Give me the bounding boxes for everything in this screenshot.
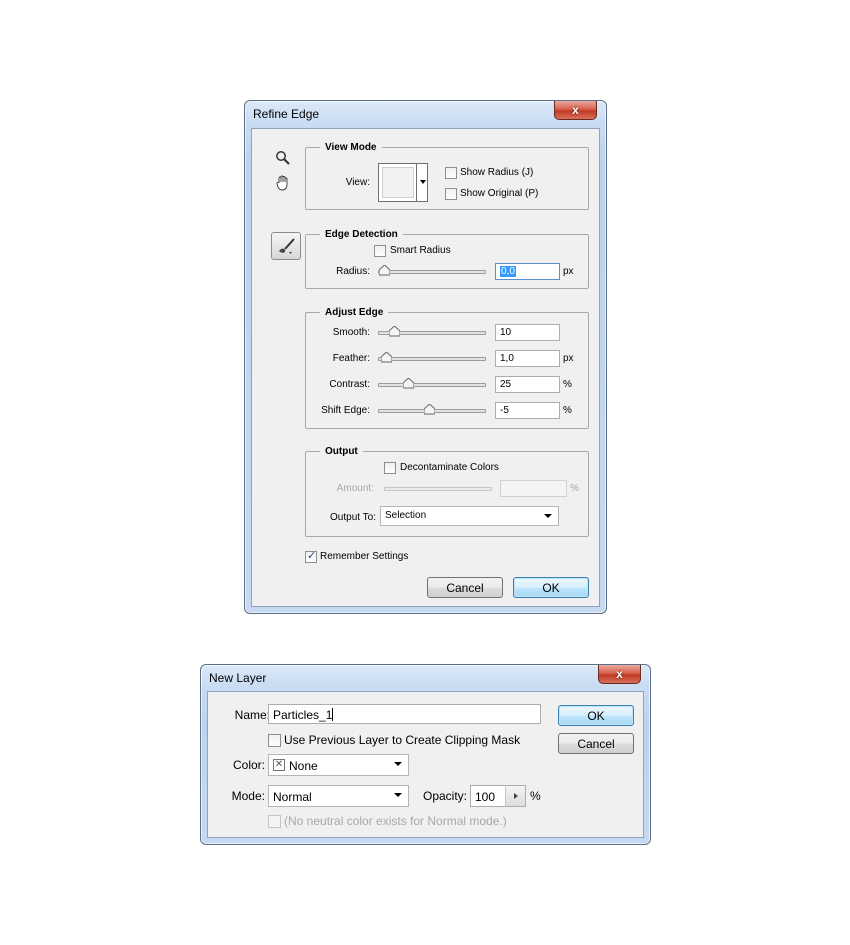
opacity-value: 100 [475,790,496,804]
smooth-label: Smooth: [332,327,370,338]
refine-edge-client: View Mode View: Show Radius (J) Show Ori… [251,128,600,607]
opacity-unit: % [530,789,541,803]
radius-slider-thumb[interactable] [379,265,390,276]
chevron-down-icon [394,762,402,766]
opacity-label: Opacity: [422,789,467,803]
remember-settings-checkbox[interactable] [305,549,317,563]
neutral-color-checkbox [268,815,281,828]
edge-detection-legend: Edge Detection [325,229,398,240]
chevron-down-icon [544,514,552,518]
output-legend: Output [325,446,358,457]
show-original-label: Show Original (P) [460,188,539,199]
neutral-color-note: (No neutral color exists for Normal mode… [284,814,507,828]
contrast-unit: % [563,379,572,390]
show-original-checkbox[interactable] [445,188,457,200]
contrast-label: Contrast: [329,379,370,390]
clipping-mask-label: Use Previous Layer to Create Clipping Ma… [284,733,521,747]
smooth-input[interactable]: 10 [495,324,560,341]
text-caret [332,708,334,721]
new-layer-dialog: New Layer x Name: Particles_1 Use Previo… [200,664,651,845]
amount-input [500,480,567,497]
adjust-edge-legend: Adjust Edge [325,307,384,318]
color-select[interactable]: ✕ None [268,754,409,776]
refine-edge-title: Refine Edge [253,107,320,121]
radius-input[interactable]: 0,0 [495,263,560,280]
shift-edge-slider-thumb[interactable] [424,404,436,415]
mode-value: Normal [273,790,312,804]
smart-radius-label: Smart Radius [390,245,451,256]
color-value: None [289,759,318,773]
chevron-right-icon [513,793,518,799]
contrast-slider[interactable] [378,378,486,389]
close-icon: x [616,667,623,681]
amount-label: Amount: [336,483,374,494]
edge-detection-group: Edge Detection [305,229,589,289]
new-layer-client: Name: Particles_1 Use Previous Layer to … [207,691,644,838]
view-mode-picker[interactable] [378,163,428,202]
shift-edge-input[interactable]: -5 [495,402,560,419]
radius-value: 0,0 [500,266,516,277]
layer-name-value: Particles_1 [273,708,333,722]
feather-slider[interactable] [378,352,486,363]
radius-slider[interactable] [378,265,486,276]
output-to-label: Output To: [330,512,376,523]
no-color-icon: ✕ [273,759,285,771]
chevron-down-icon [394,793,402,797]
radius-label: Radius: [336,266,370,277]
decontaminate-label: Decontaminate Colors [400,462,499,473]
feather-label: Feather: [332,353,370,364]
view-mode-legend: View Mode [325,142,377,153]
remember-settings-label: Remember Settings [320,551,409,562]
contrast-slider-thumb[interactable] [402,378,414,389]
smooth-slider-thumb[interactable] [388,326,400,337]
decontaminate-checkbox[interactable] [384,462,396,474]
smooth-slider[interactable] [378,326,486,337]
close-icon: x [572,103,579,117]
feather-unit: px [563,353,574,364]
zoom-tool-icon[interactable] [272,147,294,169]
output-to-select[interactable]: Selection [380,506,559,526]
shift-edge-slider[interactable] [378,404,486,415]
new-layer-ok-button[interactable]: OK [558,705,634,726]
amount-slider [384,487,492,491]
layer-name-input[interactable]: Particles_1 [268,704,541,724]
feather-slider-thumb[interactable] [380,352,392,363]
smart-radius-checkbox[interactable] [374,245,386,257]
clipping-mask-checkbox[interactable] [268,734,281,747]
refine-radius-brush-tool[interactable] [271,232,301,260]
shift-edge-unit: % [563,405,572,416]
mode-label: Mode: [231,789,265,803]
new-layer-cancel-button[interactable]: Cancel [558,733,634,754]
output-to-value: Selection [385,510,427,521]
contrast-input[interactable]: 25 [495,376,560,393]
new-layer-title: New Layer [209,671,267,685]
refine-ok-button[interactable]: OK [513,577,589,598]
brush-icon [279,238,295,254]
hand-tool-icon[interactable] [272,172,294,194]
view-label: View: [345,177,370,188]
amount-unit: % [570,483,579,494]
chevron-down-icon [420,180,426,184]
opacity-slider-button[interactable] [505,786,525,806]
refine-cancel-button[interactable]: Cancel [427,577,503,598]
show-radius-label: Show Radius (J) [460,167,534,178]
opacity-input[interactable]: 100 [470,785,526,807]
mode-select[interactable]: Normal [268,785,409,807]
feather-input[interactable]: 1,0 [495,350,560,367]
view-thumbnail [382,167,414,198]
radius-unit: px [563,266,574,277]
color-label: Color: [232,758,265,772]
refine-edge-dialog: Refine Edge x View Mode View: Show Radiu… [244,100,607,614]
name-label: Name: [234,708,270,722]
new-layer-close-button[interactable]: x [598,665,641,684]
show-radius-checkbox[interactable] [445,167,457,179]
refine-edge-close-button[interactable]: x [554,101,597,120]
shift-edge-label: Shift Edge: [321,405,370,416]
